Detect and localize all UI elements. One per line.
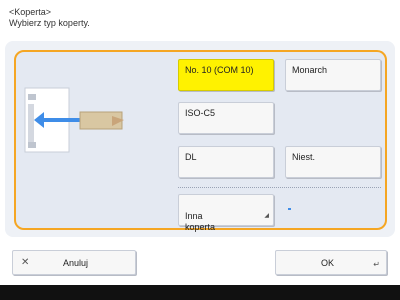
screen-instruction: Wybierz typ koperty. bbox=[9, 18, 90, 28]
screen-header: <Koperta> Wybierz typ koperty. bbox=[9, 7, 90, 29]
expand-corner-icon: ◢ bbox=[264, 213, 269, 219]
envelope-option-monarch[interactable]: Monarch bbox=[285, 59, 381, 91]
screen-title: <Koperta> bbox=[9, 7, 52, 17]
close-icon: ✕ bbox=[21, 257, 30, 268]
options-divider bbox=[178, 187, 381, 188]
envelope-feed-illustration-icon bbox=[24, 87, 124, 153]
envelope-option-dl[interactable]: DL bbox=[178, 146, 274, 178]
ok-button[interactable]: OK ↵ bbox=[275, 250, 387, 275]
envelope-option-iso-c5-label: ISO-C5 bbox=[185, 108, 216, 118]
envelope-option-iso-c5[interactable]: ISO-C5 bbox=[178, 102, 274, 134]
envelope-option-monarch-label: Monarch bbox=[292, 65, 328, 75]
ok-button-label: OK bbox=[321, 258, 335, 268]
bottom-bar bbox=[0, 285, 400, 300]
envelope-option-other-label: Inna koperta bbox=[185, 211, 216, 232]
envelope-option-other[interactable]: Inna koperta ◢ bbox=[178, 194, 274, 232]
envelope-option-no10-label: No. 10 (COM 10) bbox=[185, 65, 254, 75]
envelope-option-no10[interactable]: No. 10 (COM 10) bbox=[178, 59, 274, 91]
envelope-option-dl-label: DL bbox=[185, 152, 197, 162]
envelope-option-custom-size-label: Niest. bbox=[292, 152, 316, 162]
indicator-mark bbox=[288, 208, 291, 210]
cancel-button-label: Anuluj bbox=[63, 258, 89, 268]
return-icon: ↵ bbox=[373, 260, 380, 269]
envelope-option-custom-size[interactable]: Niest. bbox=[285, 146, 381, 178]
cancel-button[interactable]: ✕ Anuluj bbox=[12, 250, 136, 275]
